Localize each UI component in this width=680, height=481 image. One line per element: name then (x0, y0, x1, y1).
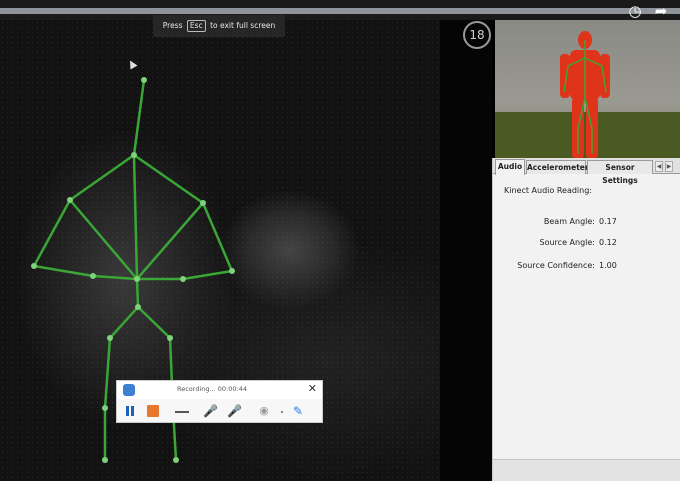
system-audio-icon[interactable]: 🎤 (227, 403, 242, 419)
tab-scroll-left-icon[interactable]: ◀ (655, 161, 663, 172)
skeleton-bone (103, 337, 112, 409)
skeleton-bone (69, 153, 135, 202)
skeleton-bone (32, 199, 72, 267)
skeleton-joint (107, 335, 113, 341)
stop-icon[interactable] (147, 405, 159, 417)
thumbnail-person (560, 31, 610, 158)
panel-tabs: Audio Accelerometer Sensor Settings ◀ ▶ (493, 158, 680, 185)
video-divider (440, 20, 492, 481)
skeleton-joint (31, 263, 37, 269)
skeleton-joint (200, 200, 206, 206)
player-top-bar (0, 0, 680, 20)
panel-bottom-bar (493, 459, 680, 481)
recorder-title: Recording... 00:00:44 (177, 385, 247, 393)
skeleton-joint (141, 77, 147, 83)
skeleton-bone (137, 306, 171, 339)
skeleton-bone (135, 278, 140, 308)
skeleton-joint (67, 197, 73, 203)
tab-accelerometer[interactable]: Accelerometer (526, 160, 589, 174)
reading-source-confidence: Source Confidence: 1.00 (493, 261, 680, 273)
tab-sensor-settings[interactable]: Sensor Settings (587, 160, 653, 185)
skeleton-bone (132, 79, 146, 156)
minimize-icon[interactable] (175, 403, 189, 413)
esc-hint-prefix: Press (162, 21, 183, 30)
fullscreen-exit-hint: Press Esc to exit full screen (153, 15, 285, 37)
skeleton-joint (90, 273, 96, 279)
reading-label: Source Confidence: (517, 261, 595, 270)
skeleton-joint (102, 457, 108, 463)
skeleton-joint (134, 276, 140, 282)
audio-heading: Kinect Audio Reading: (504, 186, 592, 195)
reading-value: 1.00 (599, 261, 617, 270)
skeleton-bone (69, 199, 138, 280)
tab-audio[interactable]: Audio (495, 159, 525, 175)
microphone-icon[interactable]: 🎤 (203, 403, 218, 419)
toolbar-separator (281, 411, 283, 413)
skeleton-joint (102, 405, 108, 411)
skeleton-joint (180, 276, 186, 282)
skeleton-joint (167, 335, 173, 341)
pause-icon[interactable] (123, 403, 137, 419)
reading-label: Source Angle: (539, 238, 595, 247)
skeleton-counter-left: 18 (463, 21, 491, 49)
esc-hint-suffix: to exit full screen (210, 21, 276, 30)
reading-value: 0.17 (599, 217, 617, 226)
skeleton-bone (33, 264, 94, 278)
skeleton-bone (109, 306, 139, 339)
thumbnail-body-part (600, 54, 610, 98)
skeleton-joint (229, 268, 235, 274)
recorder-close-button[interactable]: ✕ (308, 382, 317, 396)
color-camera-thumbnail (495, 20, 680, 158)
reading-label: Beam Angle: (543, 217, 595, 226)
recorder-header: Recording... 00:00:44 ✕ (117, 381, 322, 399)
skeleton-bone (132, 154, 139, 280)
pen-icon[interactable]: ✎ (291, 403, 305, 419)
reading-value: 0.12 (599, 238, 617, 247)
reading-source-angle: Source Angle: 0.12 (493, 238, 680, 250)
skeleton-joint (131, 152, 137, 158)
skeleton-joint (135, 304, 141, 310)
skeleton-bone (92, 274, 138, 281)
skeleton-joint (173, 457, 179, 463)
skeleton-bone (182, 269, 233, 281)
recorder-logo-icon (123, 384, 135, 396)
recording-toolbar: Recording... 00:00:44 ✕ 🎤 🎤 ◉ ✎ (116, 380, 323, 423)
sensor-panel: Audio Accelerometer Sensor Settings ◀ ▶ … (492, 158, 680, 481)
skeleton-bone (133, 153, 204, 205)
skeleton-bone (201, 202, 234, 272)
webcam-icon[interactable]: ◉ (257, 403, 271, 419)
top-bar-edge (0, 8, 680, 14)
thumbnail-body-part (560, 54, 570, 98)
tab-scroll-right-icon[interactable]: ▶ (665, 161, 673, 172)
reading-beam-angle: Beam Angle: 0.17 (493, 217, 680, 229)
esc-key-badge: Esc (186, 20, 206, 32)
clock-icon[interactable]: ◷ (626, 2, 644, 20)
share-arrow-icon[interactable]: ➦ (652, 2, 670, 20)
skeleton-bone (136, 202, 204, 280)
